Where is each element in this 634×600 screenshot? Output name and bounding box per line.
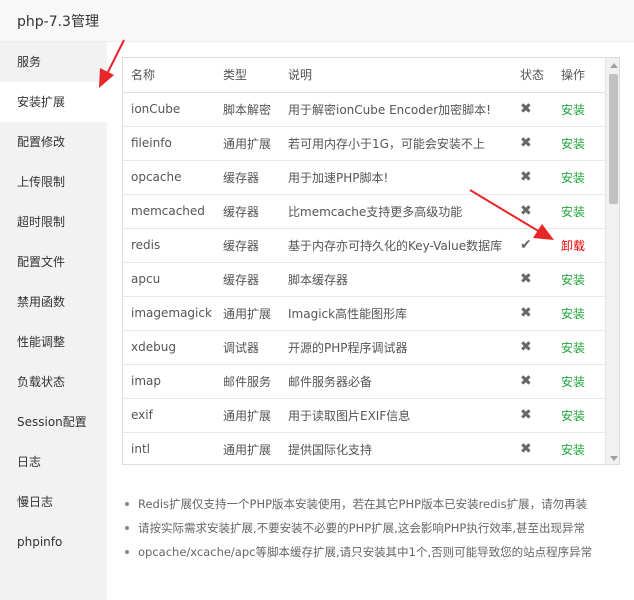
uninstall-button[interactable]: 卸载 xyxy=(561,239,585,253)
ext-name: memcached xyxy=(123,194,215,229)
sidebar-item-performance[interactable]: 性能调整 xyxy=(0,322,107,362)
sidebar-item-load-status[interactable]: 负载状态 xyxy=(0,362,107,402)
table-row: xdebug 调试器 开源的PHP程序调试器 ✖ 安装 xyxy=(123,330,605,365)
ext-type: 脚本解密 xyxy=(215,92,280,127)
table-scrollbar[interactable] xyxy=(605,58,619,464)
ext-name: intl xyxy=(123,432,215,464)
ext-type: 缓存器 xyxy=(215,194,280,229)
not-installed-icon: ✖ xyxy=(520,203,532,219)
header-desc: 说明 xyxy=(280,58,514,93)
scroll-down-arrow-icon[interactable] xyxy=(610,456,618,461)
sidebar-item-config-modify[interactable]: 配置修改 xyxy=(0,122,107,162)
extensions-table: 名称 类型 说明 状态 操作 ionCube 脚本解密 用于解密ionCube … xyxy=(123,58,605,464)
ext-type: 调试器 xyxy=(215,330,280,365)
ext-name: imap xyxy=(123,364,215,399)
table-row: fileinfo 通用扩展 若可用内存小于1G，可能会安装不上 ✖ 安装 xyxy=(123,126,605,161)
ext-desc: 脚本缓存器 xyxy=(280,262,514,297)
scroll-up-arrow-icon[interactable] xyxy=(610,63,618,68)
ext-desc: 开源的PHP程序调试器 xyxy=(280,330,514,365)
note-item: Redis扩展仅支持一个PHP版本安装使用，若在其它PHP版本已安装redis扩… xyxy=(122,492,627,516)
sidebar-item-install-extensions[interactable]: 安装扩展 xyxy=(0,82,107,122)
ext-type: 缓存器 xyxy=(215,160,280,195)
ext-name: imagemagick xyxy=(123,296,215,331)
ext-type: 通用扩展 xyxy=(215,126,280,161)
header-name: 名称 xyxy=(123,58,215,93)
ext-type: 通用扩展 xyxy=(215,398,280,433)
install-button[interactable]: 安装 xyxy=(561,341,585,355)
table-row: apcu 缓存器 脚本缓存器 ✖ 安装 xyxy=(123,262,605,297)
ext-name: fileinfo xyxy=(123,126,215,161)
table-header-row: 名称 类型 说明 状态 操作 xyxy=(123,58,605,93)
table-row: intl 通用扩展 提供国际化支持 ✖ 安装 xyxy=(123,432,605,464)
ext-name: redis xyxy=(123,228,215,263)
ext-name: apcu xyxy=(123,262,215,297)
ext-type: 缓存器 xyxy=(215,228,280,263)
notes-list: Redis扩展仅支持一个PHP版本安装使用，若在其它PHP版本已安装redis扩… xyxy=(122,492,627,564)
table-row: opcache 缓存器 用于加速PHP脚本! ✖ 安装 xyxy=(123,160,605,195)
ext-desc: 若可用内存小于1G，可能会安装不上 xyxy=(280,126,514,161)
table-row: imagemagick 通用扩展 Imagick高性能图形库 ✖ 安装 xyxy=(123,296,605,331)
not-installed-icon: ✖ xyxy=(520,339,532,355)
not-installed-icon: ✖ xyxy=(520,101,532,117)
sidebar-item-timeout-limit[interactable]: 超时限制 xyxy=(0,202,107,242)
table-row: imap 邮件服务 邮件服务器必备 ✖ 安装 xyxy=(123,364,605,399)
ext-desc: Imagick高性能图形库 xyxy=(280,296,514,331)
install-button[interactable]: 安装 xyxy=(561,443,585,457)
install-button[interactable]: 安装 xyxy=(561,375,585,389)
window-title: php-7.3管理 xyxy=(17,14,99,30)
sidebar-item-config-file[interactable]: 配置文件 xyxy=(0,242,107,282)
content-panel: 名称 类型 说明 状态 操作 ionCube 脚本解密 用于解密ionCube … xyxy=(107,42,634,600)
not-installed-icon: ✖ xyxy=(520,271,532,287)
install-button[interactable]: 安装 xyxy=(561,205,585,219)
ext-desc: 邮件服务器必备 xyxy=(280,364,514,399)
table-row: ionCube 脚本解密 用于解密ionCube Encoder加密脚本! ✖ … xyxy=(123,92,605,127)
ext-type: 邮件服务 xyxy=(215,364,280,399)
sidebar-item-upload-limit[interactable]: 上传限制 xyxy=(0,162,107,202)
not-installed-icon: ✖ xyxy=(520,441,532,457)
header-status: 状态 xyxy=(514,58,555,93)
ext-desc: 提供国际化支持 xyxy=(280,432,514,464)
install-button[interactable]: 安装 xyxy=(561,137,585,151)
extensions-table-container[interactable]: 名称 类型 说明 状态 操作 ionCube 脚本解密 用于解密ionCube … xyxy=(122,57,620,465)
table-row: redis 缓存器 基于内存亦可持久化的Key-Value数据库 ✔ 卸载 xyxy=(123,228,605,263)
sidebar-item-disabled-functions[interactable]: 禁用函数 xyxy=(0,282,107,322)
installed-check-icon: ✔ xyxy=(520,237,532,253)
install-button[interactable]: 安装 xyxy=(561,307,585,321)
ext-type: 通用扩展 xyxy=(215,296,280,331)
sidebar-item-service[interactable]: 服务 xyxy=(0,42,107,82)
not-installed-icon: ✖ xyxy=(520,305,532,321)
ext-desc: 基于内存亦可持久化的Key-Value数据库 xyxy=(280,228,514,263)
not-installed-icon: ✖ xyxy=(520,135,532,151)
note-item: opcache/xcache/apc等脚本缓存扩展,请只安装其中1个,否则可能导… xyxy=(122,540,627,564)
window-titlebar: php-7.3管理 xyxy=(0,0,634,42)
ext-type: 缓存器 xyxy=(215,262,280,297)
ext-desc: 比memcache支持更多高级功能 xyxy=(280,194,514,229)
not-installed-icon: ✖ xyxy=(520,169,532,185)
sidebar: 服务 安装扩展 配置修改 上传限制 超时限制 配置文件 禁用函数 性能调整 负载… xyxy=(0,42,107,600)
not-installed-icon: ✖ xyxy=(520,407,532,423)
sidebar-item-slow-log[interactable]: 慢日志 xyxy=(0,482,107,522)
table-row: exif 通用扩展 用于读取图片EXIF信息 ✖ 安装 xyxy=(123,398,605,433)
install-button[interactable]: 安装 xyxy=(561,171,585,185)
note-item: 请按实际需求安装扩展,不要安装不必要的PHP扩展,这会影响PHP执行效率,甚至出… xyxy=(122,516,627,540)
not-installed-icon: ✖ xyxy=(520,373,532,389)
ext-name: xdebug xyxy=(123,330,215,365)
ext-desc: 用于读取图片EXIF信息 xyxy=(280,398,514,433)
ext-type: 通用扩展 xyxy=(215,432,280,464)
header-type: 类型 xyxy=(215,58,280,93)
ext-desc: 用于加速PHP脚本! xyxy=(280,160,514,195)
ext-name: opcache xyxy=(123,160,215,195)
ext-desc: 用于解密ionCube Encoder加密脚本! xyxy=(280,92,514,127)
header-op: 操作 xyxy=(555,58,605,93)
ext-name: ionCube xyxy=(123,92,215,127)
install-button[interactable]: 安装 xyxy=(561,103,585,117)
table-row: memcached 缓存器 比memcache支持更多高级功能 ✖ 安装 xyxy=(123,194,605,229)
scrollbar-thumb[interactable] xyxy=(609,74,618,204)
sidebar-item-session-config[interactable]: Session配置 xyxy=(0,402,107,442)
sidebar-item-phpinfo[interactable]: phpinfo xyxy=(0,522,107,562)
sidebar-item-log[interactable]: 日志 xyxy=(0,442,107,482)
install-button[interactable]: 安装 xyxy=(561,273,585,287)
ext-name: exif xyxy=(123,398,215,433)
install-button[interactable]: 安装 xyxy=(561,409,585,423)
